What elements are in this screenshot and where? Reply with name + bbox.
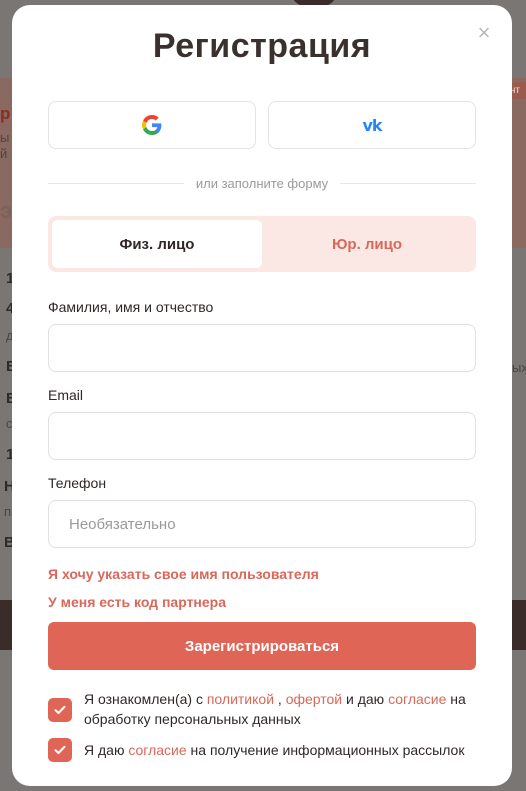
google-icon (142, 115, 162, 135)
newsletter-consent-link[interactable]: согласие (128, 742, 186, 758)
consent-text-part: Я даю (84, 742, 129, 758)
consent-privacy-row: Я ознакомлен(а) с политикой , офертой и … (48, 689, 478, 729)
policy-link[interactable]: политикой (207, 691, 274, 707)
email-input[interactable] (48, 412, 476, 460)
offer-link[interactable]: офертой (286, 691, 342, 707)
phone-input[interactable] (48, 500, 476, 548)
background-text: ы (0, 130, 10, 145)
background-text: й (0, 146, 8, 161)
consent-text-part: на получение информационных рассылок (186, 742, 465, 758)
consent-text-part: Я ознакомлен(а) с (84, 691, 207, 707)
partner-code-link[interactable]: У меня есть код партнера (48, 594, 226, 610)
vk-login-button[interactable]: vk (268, 101, 476, 149)
full-name-label: Фамилия, имя и отчество (48, 299, 214, 315)
background-text: п (4, 504, 12, 519)
divider-text: или заполните форму (195, 175, 329, 191)
consent-text-part: , (274, 691, 286, 707)
consent-privacy-checkbox[interactable] (48, 698, 72, 722)
registration-modal: × Регистрация vk или заполните форму Физ… (12, 5, 512, 786)
checkmark-icon (54, 745, 66, 754)
email-label: Email (48, 387, 84, 403)
consent-privacy-text: Я ознакомлен(а) с политикой , офертой и … (84, 689, 478, 729)
vk-icon: vk (362, 115, 382, 135)
custom-username-link[interactable]: Я хочу указать свое имя пользователя (48, 566, 319, 582)
consent-newsletter-text: Я даю согласие на получение информационн… (84, 740, 464, 760)
background-text: э (0, 198, 13, 223)
google-login-button[interactable] (48, 101, 256, 149)
tab-legal-entity[interactable]: Юр. лицо (262, 220, 472, 268)
divider-line (340, 182, 476, 184)
consent-newsletter-row: Я даю согласие на получение информационн… (48, 738, 478, 762)
divider-line (48, 182, 184, 184)
full-name-input[interactable] (48, 324, 476, 372)
register-button[interactable]: Зарегистрироваться (48, 622, 476, 670)
background-text: ых (512, 360, 526, 375)
tab-individual[interactable]: Физ. лицо (52, 220, 262, 268)
form-divider: или заполните форму (48, 175, 476, 191)
consent-newsletter-checkbox[interactable] (48, 738, 72, 762)
account-type-tabs: Физ. лицо Юр. лицо (48, 216, 476, 272)
consent-text-part: и даю (342, 691, 389, 707)
social-login-row: vk (48, 101, 476, 149)
phone-label: Телефон (48, 475, 107, 491)
background-text: р (0, 104, 11, 123)
consent-link[interactable]: согласие (388, 691, 446, 707)
modal-title: Регистрация (152, 27, 372, 65)
checkmark-icon (54, 705, 66, 714)
